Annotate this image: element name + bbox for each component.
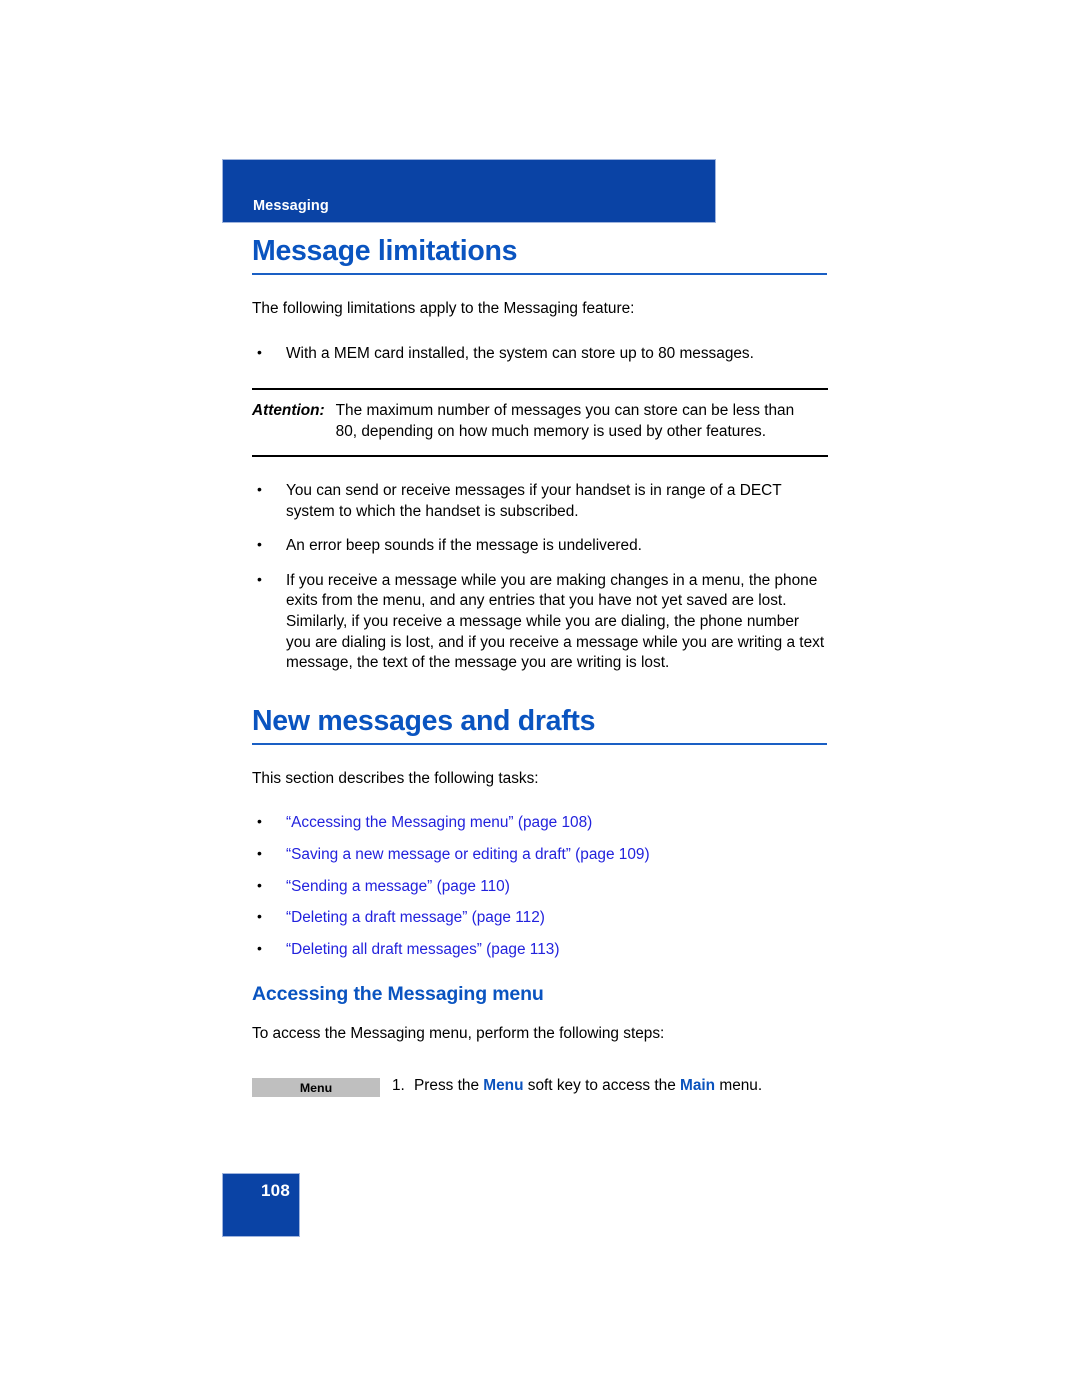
step-keyword-menu: Menu xyxy=(483,1077,524,1095)
cross-reference-link-accessing-the-messaging-menu[interactable]: “Accessing the Messaging menu” (page 108… xyxy=(286,814,592,831)
attention-note: Attention: The maximum number of message… xyxy=(252,388,828,458)
attention-label: Attention: xyxy=(252,402,325,420)
page-content: Message limitations The following limita… xyxy=(252,236,828,1098)
cross-reference-link-deleting-a-draft-message[interactable]: “Deleting a draft message” (page 112) xyxy=(286,909,545,926)
section-heading-new-messages-and-drafts: New messages and drafts xyxy=(252,706,827,745)
list-item: “Saving a new message or editing a draft… xyxy=(252,844,828,866)
step-text-part1: Press the xyxy=(414,1077,484,1095)
intro-paragraph-message-limitations: The following limitations apply to the M… xyxy=(252,300,635,318)
cross-reference-list: “Accessing the Messaging menu” (page 108… xyxy=(252,812,828,961)
list-item: With a MEM card installed, the system ca… xyxy=(252,343,828,365)
bullet-list-before-note: With a MEM card installed, the system ca… xyxy=(252,343,828,365)
procedure-step-1: Menu 1. Press the Menu soft key to acces… xyxy=(252,1076,828,1098)
cross-reference-link-saving-a-new-message[interactable]: “Saving a new message or editing a draft… xyxy=(286,846,650,863)
softkey-graphic-menu: Menu xyxy=(252,1078,380,1098)
page-number: 108 xyxy=(261,1181,290,1200)
attention-text: The maximum number of messages you can s… xyxy=(335,402,795,440)
cross-reference-link-sending-a-message[interactable]: “Sending a message” (page 110) xyxy=(286,878,510,895)
list-item: “Deleting all draft messages” (page 113) xyxy=(252,939,828,961)
list-item: You can send or receive messages if your… xyxy=(252,480,828,522)
step-text-part3: menu. xyxy=(715,1077,763,1095)
subsection-heading-accessing-the-messaging-menu: Accessing the Messaging menu xyxy=(252,983,544,1006)
list-item: “Deleting a draft message” (page 112) xyxy=(252,907,828,929)
cross-reference-link-deleting-all-draft-messages[interactable]: “Deleting all draft messages” (page 113) xyxy=(286,941,559,958)
step-keyword-main: Main xyxy=(680,1077,716,1095)
document-page: Messaging Message limitations The follow… xyxy=(0,0,1080,1397)
step-text-part2: soft key to access the xyxy=(523,1077,681,1095)
bullet-list-after-note: You can send or receive messages if your… xyxy=(252,480,828,674)
running-header-band: Messaging xyxy=(222,159,716,223)
section-heading-message-limitations: Message limitations xyxy=(252,236,827,276)
step-text: Press the Menu soft key to access the Ma… xyxy=(414,1076,762,1096)
step-number: 1. xyxy=(392,1077,405,1095)
running-header-title: Messaging xyxy=(253,198,329,214)
list-item: An error beep sounds if the message is u… xyxy=(252,535,828,557)
intro-paragraph-accessing-the-messaging-menu: To access the Messaging menu, perform th… xyxy=(252,1024,665,1042)
list-item: “Sending a message” (page 110) xyxy=(252,876,828,898)
intro-paragraph-new-messages: This section describes the following tas… xyxy=(252,769,539,787)
page-number-block: 108 xyxy=(222,1173,300,1237)
list-item: “Accessing the Messaging menu” (page 108… xyxy=(252,812,828,834)
list-item: If you receive a message while you are m… xyxy=(252,570,828,674)
